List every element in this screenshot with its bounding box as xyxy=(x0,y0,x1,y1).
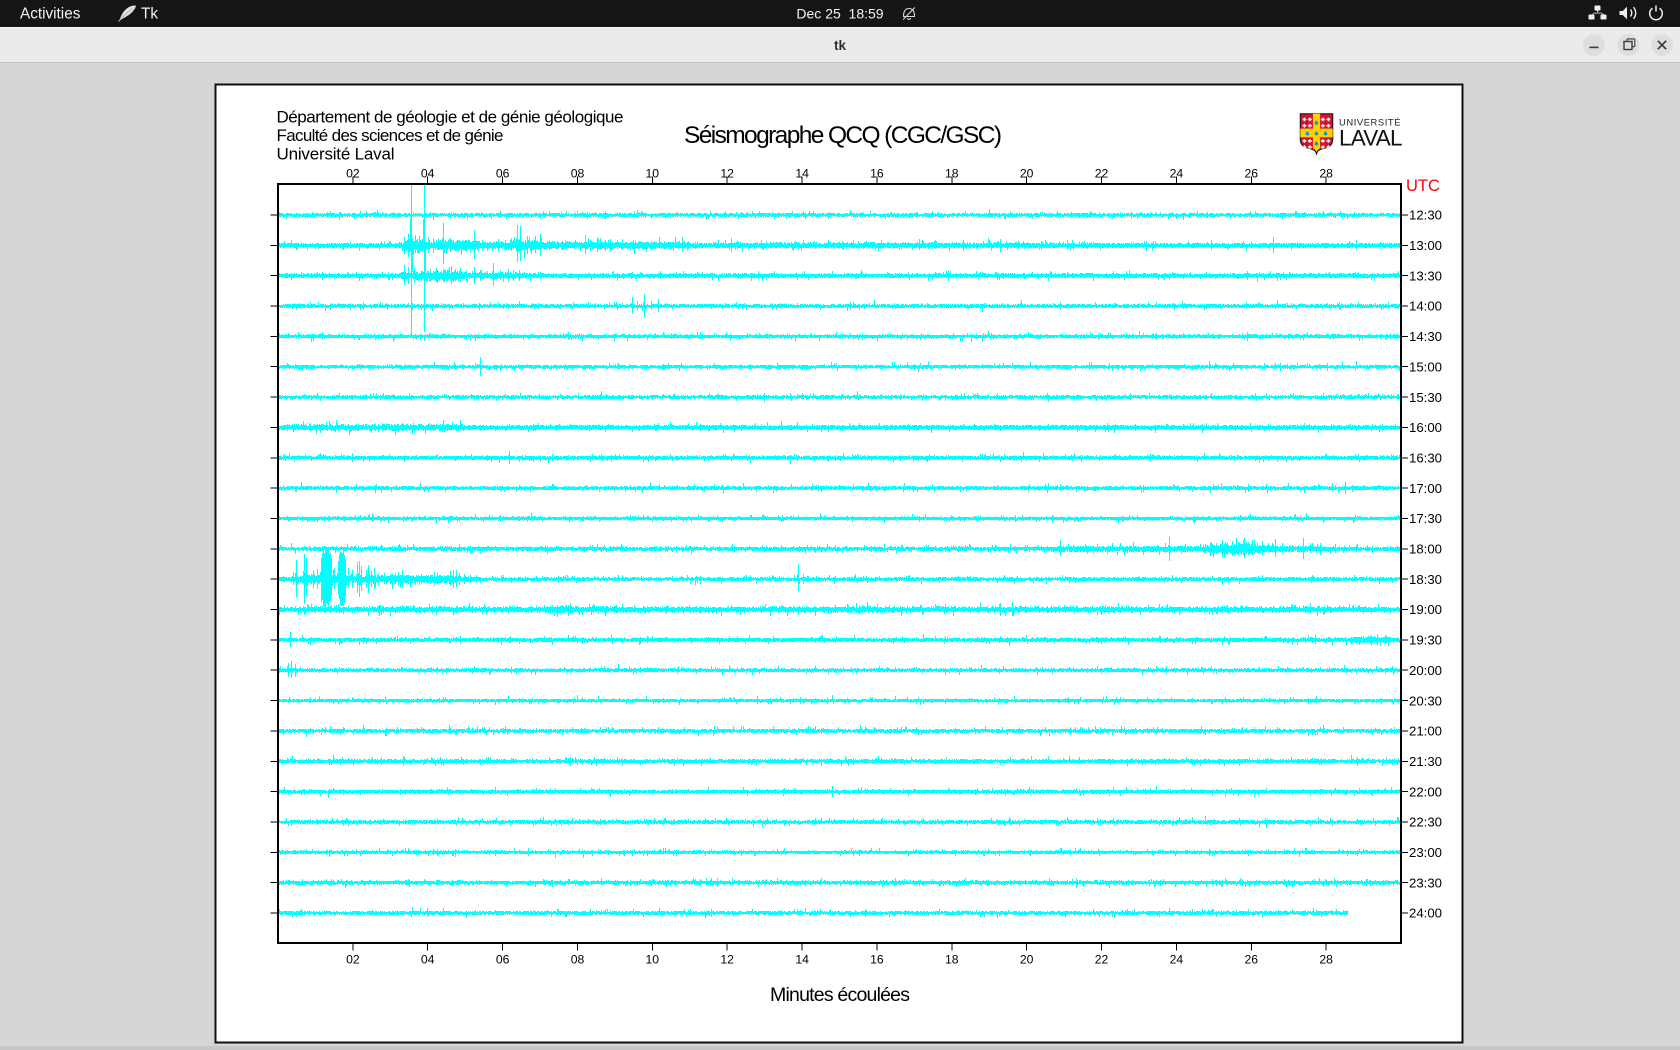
svg-text:19:00: 19:00 xyxy=(1409,602,1442,617)
svg-text:17:00: 17:00 xyxy=(1409,481,1442,496)
svg-text:22:00: 22:00 xyxy=(1409,784,1442,799)
svg-text:21:30: 21:30 xyxy=(1409,754,1442,769)
svg-text:12:30: 12:30 xyxy=(1409,208,1442,223)
svg-text:16:00: 16:00 xyxy=(1409,420,1442,435)
svg-text:04: 04 xyxy=(421,167,435,181)
svg-text:24: 24 xyxy=(1170,953,1184,967)
svg-text:19:30: 19:30 xyxy=(1409,633,1442,648)
svg-text:23:00: 23:00 xyxy=(1409,845,1442,860)
svg-text:18: 18 xyxy=(945,167,959,181)
svg-text:06: 06 xyxy=(496,953,510,967)
svg-text:20:00: 20:00 xyxy=(1409,663,1442,678)
svg-text:06: 06 xyxy=(496,167,510,181)
svg-text:21:00: 21:00 xyxy=(1409,724,1442,739)
svg-text:14: 14 xyxy=(795,953,809,967)
svg-text:Département de géologie et de: Département de géologie et de génie géol… xyxy=(277,108,624,127)
svg-text:14:00: 14:00 xyxy=(1409,299,1442,314)
svg-text:22: 22 xyxy=(1095,167,1109,181)
svg-text:UTC: UTC xyxy=(1406,177,1440,195)
svg-text:17:30: 17:30 xyxy=(1409,511,1442,526)
svg-text:10: 10 xyxy=(646,953,660,967)
svg-text:14:30: 14:30 xyxy=(1409,329,1442,344)
svg-text:Séismographe QCQ (CGC/GSC): Séismographe QCQ (CGC/GSC) xyxy=(684,122,1002,149)
svg-text:14: 14 xyxy=(795,167,809,181)
svg-text:26: 26 xyxy=(1245,953,1259,967)
svg-text:LAVAL: LAVAL xyxy=(1339,126,1403,151)
svg-text:16:30: 16:30 xyxy=(1409,451,1442,466)
svg-text:26: 26 xyxy=(1245,167,1259,181)
svg-text:28: 28 xyxy=(1319,953,1333,967)
svg-text:12: 12 xyxy=(720,167,734,181)
svg-text:Activities: Activities xyxy=(20,6,81,23)
svg-text:02: 02 xyxy=(346,167,360,181)
svg-text:18:30: 18:30 xyxy=(1409,572,1442,587)
svg-text:20: 20 xyxy=(1020,167,1034,181)
svg-text:08: 08 xyxy=(571,953,585,967)
svg-text:18:00: 18:00 xyxy=(1409,542,1442,557)
svg-text:24: 24 xyxy=(1170,167,1184,181)
svg-text:04: 04 xyxy=(421,953,435,967)
svg-text:12: 12 xyxy=(720,953,734,967)
svg-text:tk: tk xyxy=(834,38,846,53)
svg-text:22:30: 22:30 xyxy=(1409,815,1442,830)
svg-text:Minutes écoulées: Minutes écoulées xyxy=(770,984,910,1006)
svg-text:13:00: 13:00 xyxy=(1409,238,1442,253)
svg-text:15:30: 15:30 xyxy=(1409,390,1442,405)
svg-text:16: 16 xyxy=(870,953,884,967)
svg-text:23:30: 23:30 xyxy=(1409,875,1442,890)
svg-text:18: 18 xyxy=(945,953,959,967)
svg-text:Dec 25 18:59: Dec 25 18:59 xyxy=(796,6,883,22)
svg-text:10: 10 xyxy=(646,167,660,181)
svg-text:Faculté des sciences et de gén: Faculté des sciences et de génie xyxy=(277,126,504,145)
svg-text:20:30: 20:30 xyxy=(1409,693,1442,708)
svg-text:15:00: 15:00 xyxy=(1409,359,1442,374)
svg-text:24:00: 24:00 xyxy=(1409,906,1442,921)
svg-text:20: 20 xyxy=(1020,953,1034,967)
svg-text:02: 02 xyxy=(346,953,360,967)
svg-text:Université Laval: Université Laval xyxy=(277,145,395,164)
svg-text:Tk: Tk xyxy=(141,6,158,23)
svg-text:22: 22 xyxy=(1095,953,1109,967)
svg-text:16: 16 xyxy=(870,167,884,181)
svg-text:13:30: 13:30 xyxy=(1409,268,1442,283)
svg-text:28: 28 xyxy=(1319,167,1333,181)
svg-text:08: 08 xyxy=(571,167,585,181)
